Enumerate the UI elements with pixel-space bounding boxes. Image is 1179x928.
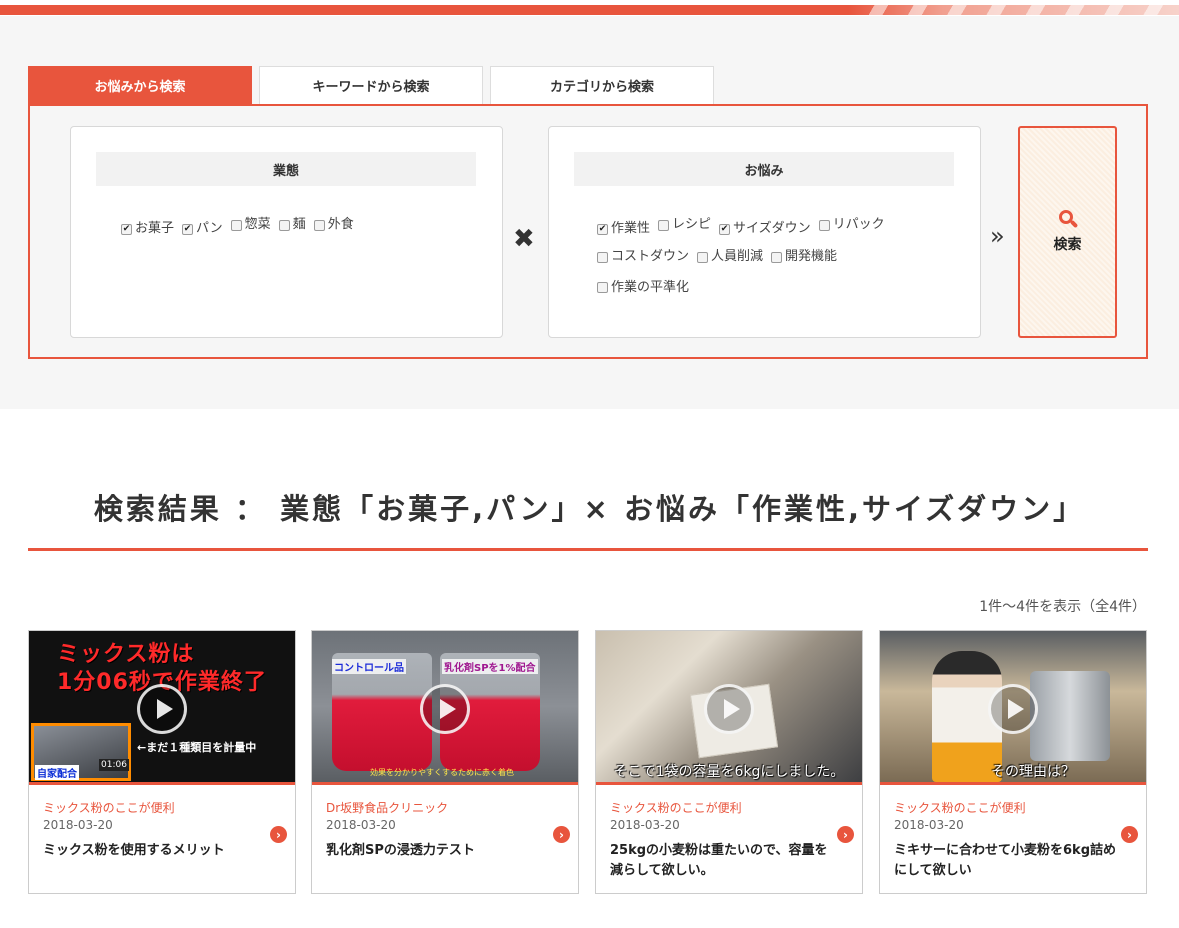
search-button-label: 検索 [1053,237,1082,253]
card-date: 2018-03-20 [894,818,964,832]
thumb-timer: 01:06 [99,759,129,771]
industry-box: 業態 ✔ お菓子 ✔ パン 惣菜麺外食 [70,126,503,338]
tab-concern-search[interactable]: お悩みから検索 [28,66,252,104]
checkbox-icon[interactable] [597,251,608,263]
thumb-label-control: コントロール品 [332,659,406,674]
card-date: 2018-03-20 [610,818,680,832]
card-category[interactable]: ミックス粉のここが便利 [894,799,1026,816]
card-date: 2018-03-20 [43,818,113,832]
play-icon[interactable] [420,684,470,734]
checkbox-icon[interactable]: ✔ [597,223,608,235]
chevron-right-icon: » [990,222,1005,250]
industry-option-gaishoku[interactable]: 外食 [313,211,354,239]
thumb-mixer [1030,671,1110,761]
thumb-label-sp: 乳化剤SPを1%配合 [442,659,538,674]
concern-option-leveling[interactable]: 作業の平準化 [597,274,689,302]
thumb-accent-bar [880,782,1146,785]
tab-category-search[interactable]: カテゴリから検索 [490,66,714,104]
results-count: 1件～4件を表示（全4件） [979,599,1146,615]
concern-option-staff-reduction[interactable]: 人員削減 [697,243,763,271]
concern-option-recipe[interactable]: レシピ [658,211,711,239]
thumb-caption: そこで1袋の容量を6kgにしました。 [613,764,845,780]
concern-heading: お悩み [574,152,954,186]
arrow-right-icon[interactable]: › [1121,826,1138,843]
industry-option-okashi[interactable]: ✔ お菓子 [121,215,174,243]
top-accent-bar [0,0,1179,16]
checkbox-icon[interactable] [818,219,830,231]
thumb-accent-bar [312,782,578,785]
checkbox-icon[interactable]: ✔ [719,223,731,235]
video-thumbnail[interactable]: その理由は？ [880,631,1146,782]
industry-option-sozai[interactable]: 惣菜 [230,211,271,239]
checkbox-icon[interactable] [278,219,290,231]
thumb-note: ←まだ１種類目を計量中 [137,741,257,754]
concern-box: お悩み ✔ 作業性 レシピ ✔ サイズダウン リパックコストダウン 人員削減 開発機能作業の平… [548,126,981,338]
card-title[interactable]: 25kgの小麦粉は重たいので、容量を減らして欲しい。 [610,841,835,881]
checkbox-icon[interactable] [658,219,670,231]
thumb-accent-bar [596,782,862,785]
arrow-right-icon[interactable]: › [553,826,570,843]
video-thumbnail[interactable]: コントロール品 乳化剤SPを1%配合 効果を分かりやすくするために赤く着色 [312,631,578,782]
checkbox-icon[interactable] [230,219,242,231]
card-category[interactable]: ミックス粉のここが便利 [43,799,175,816]
checkbox-icon[interactable] [313,219,325,231]
search-panel: 業態 ✔ お菓子 ✔ パン 惣菜麺外食 ✖ お悩み ✔ 作業性 レシピ ✔ サイズダウン リパック… [28,104,1148,359]
times-icon: ✖ [513,224,535,254]
arrow-right-icon[interactable]: › [837,826,854,843]
play-icon[interactable] [988,684,1038,734]
checkbox-icon[interactable]: ✔ [182,223,194,235]
tab-keyword-search[interactable]: キーワードから検索 [259,66,483,104]
card-category[interactable]: ミックス粉のここが便利 [610,799,742,816]
search-icon [1058,210,1078,229]
card-category[interactable]: Dr坂野食品クリニック [326,799,448,816]
card-title[interactable]: ミックス粉を使用するメリット [43,841,268,861]
concern-option-costdown[interactable]: コストダウン [597,243,689,271]
industry-option-pan[interactable]: ✔ パン [182,215,223,243]
card-date: 2018-03-20 [326,818,396,832]
concern-option-repack[interactable]: リパック [818,211,885,239]
card-title[interactable]: 乳化剤SPの浸透力テスト [326,841,551,861]
search-button[interactable]: 検索 [1018,126,1117,338]
concern-option-sizedown[interactable]: ✔ サイズダウン [719,215,811,243]
result-card[interactable]: その理由は？ ミックス粉のここが便利 2018-03-20 ミキサーに合わせて小… [879,630,1147,894]
arrow-right-icon[interactable]: › [270,826,287,843]
checkbox-icon[interactable] [771,251,783,263]
result-card[interactable]: そこで1袋の容量を6kgにしました。 ミックス粉のここが便利 2018-03-2… [595,630,863,894]
industry-heading: 業態 [96,152,476,186]
checkbox-icon[interactable] [597,282,608,293]
card-title[interactable]: ミキサーに合わせて小麦粉を6kg詰めにして欲しい [894,841,1119,881]
play-icon[interactable] [137,684,187,734]
thumb-caption: 効果を分かりやすくするために赤く着色 [370,768,514,777]
video-thumbnail[interactable]: ミックス粉は 1分06秒で作業終了 自家配合 01:06 ←まだ１種類目を計量中 [29,631,295,782]
video-thumbnail[interactable]: そこで1袋の容量を6kgにしました。 [596,631,862,782]
industry-options: ✔ お菓子 ✔ パン 惣菜麺外食 [121,211,362,243]
thumb-accent-bar [29,782,295,785]
thumb-caption: その理由は？ [991,764,1075,780]
result-card[interactable]: コントロール品 乳化剤SPを1%配合 効果を分かりやすくするために赤く着色 Dr… [311,630,579,894]
results-title-rule [28,548,1148,551]
results-title: 検索結果 ： 業態「お菓子,パン」× お悩み「作業性,サイズダウン」 [93,492,1086,526]
top-stripe-hatch [849,5,1179,15]
concern-options: ✔ 作業性 レシピ ✔ サイズダウン リパックコストダウン 人員削減 開発機能作業の平準化 [597,211,927,304]
result-card[interactable]: ミックス粉は 1分06秒で作業終了 自家配合 01:06 ←まだ１種類目を計量中 … [28,630,296,894]
play-icon[interactable] [704,684,754,734]
industry-option-men[interactable]: 麺 [278,211,306,239]
checkbox-icon[interactable] [697,251,709,263]
concern-option-development[interactable]: 開発機能 [771,243,837,271]
thumb-inset-label: 自家配合 [35,765,79,780]
checkbox-icon[interactable]: ✔ [121,223,132,235]
concern-option-sagyosei[interactable]: ✔ 作業性 [597,215,650,243]
